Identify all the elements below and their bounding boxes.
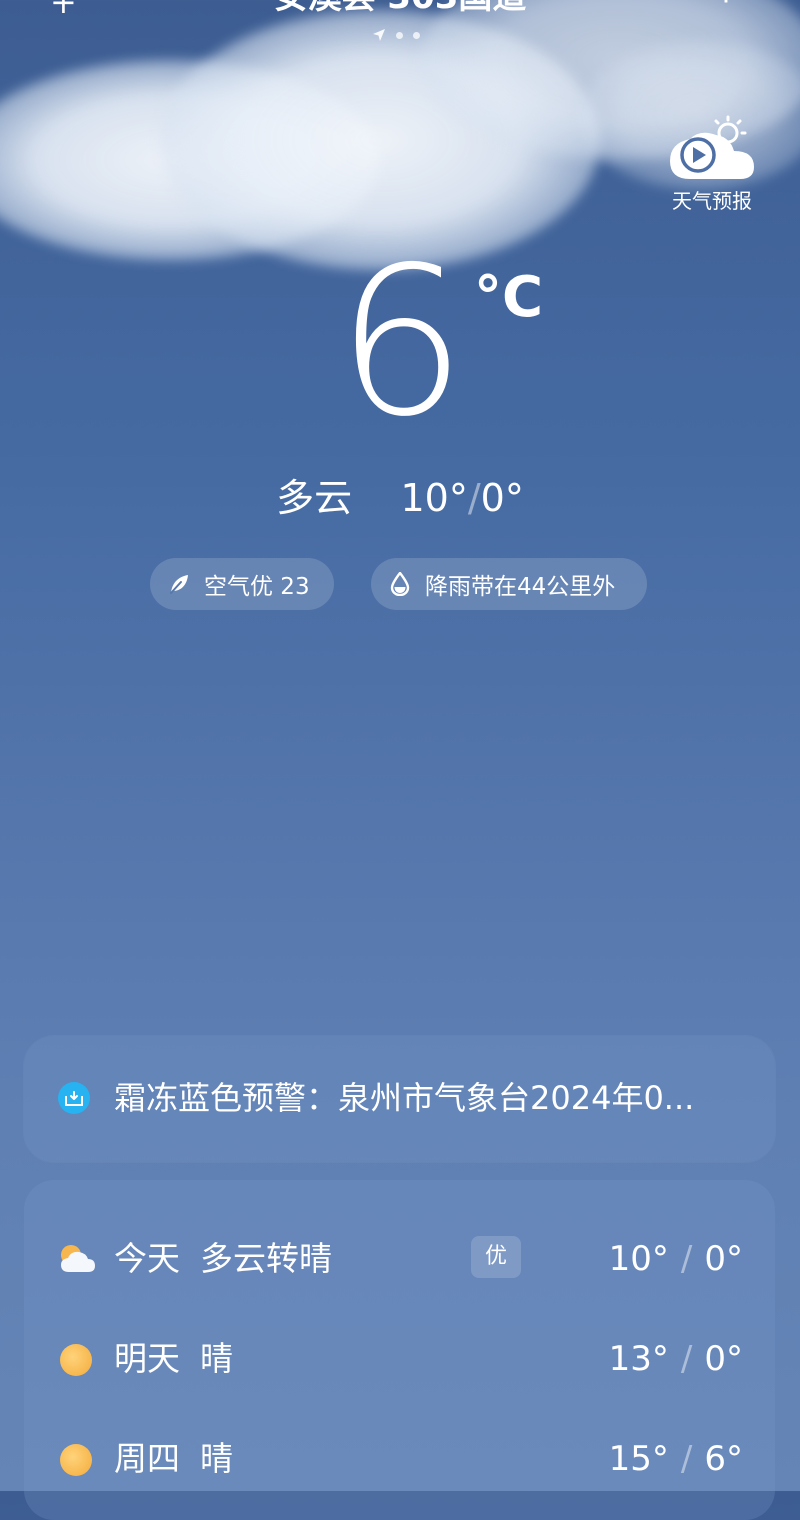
forecast-low: 0° xyxy=(704,1339,743,1379)
forecast-temps: 10° / 0° xyxy=(609,1238,743,1280)
temp-separator: / xyxy=(467,476,481,520)
location-arrow-icon xyxy=(373,29,385,41)
forecast-high: 13° xyxy=(608,1339,669,1379)
forecast-high: 10° xyxy=(608,1239,669,1279)
forecast-low: 6° xyxy=(704,1439,743,1479)
temp-separator: / xyxy=(680,1239,693,1279)
current-condition: 多云 xyxy=(276,476,353,520)
forecast-video-label: 天气预报 xyxy=(672,189,752,213)
sun-icon xyxy=(60,1344,92,1376)
air-quality-chip[interactable]: 空气优 23 xyxy=(150,558,334,610)
forecast-day: 明天 xyxy=(114,1339,180,1378)
warning-icon xyxy=(58,1082,90,1114)
sun-icon xyxy=(60,1444,92,1476)
leaf-icon xyxy=(166,571,192,597)
page-dot xyxy=(413,31,420,39)
daily-forecast-card[interactable]: 今天 多云转晴 优 10° / 0° 明天 晴 13° / 0° 周四 晴 15° / 6° xyxy=(24,1180,775,1520)
forecast-low: 0° xyxy=(704,1239,743,1279)
current-condition-line: 多云 10°/0° xyxy=(0,476,800,520)
city-title: 安溪县 303国道 xyxy=(0,0,800,14)
current-temperature: 6 °C xyxy=(0,238,800,452)
top-bar: + 安溪县 303国道 ⋮ xyxy=(0,0,800,26)
rain-distance-label: 降雨带在44公里外 xyxy=(425,574,616,600)
forecast-row-tomorrow[interactable]: 明天 晴 13° / 0° xyxy=(24,1328,775,1388)
forecast-row-thursday[interactable]: 周四 晴 15° / 6° xyxy=(24,1428,775,1488)
temperature-unit: °C xyxy=(474,265,544,330)
forecast-temps: 15° / 6° xyxy=(609,1438,743,1480)
air-quality-label: 空气优 23 xyxy=(204,574,310,600)
forecast-condition: 晴 xyxy=(200,1439,233,1478)
page-dot xyxy=(396,31,403,39)
forecast-temps: 13° / 0° xyxy=(609,1338,743,1380)
forecast-condition: 晴 xyxy=(200,1339,233,1378)
forecast-video-button[interactable]: 天气预报 xyxy=(660,115,764,215)
temp-separator: / xyxy=(680,1339,693,1379)
play-sun-cloud-icon xyxy=(670,115,754,179)
rain-distance-chip[interactable]: 降雨带在44公里外 xyxy=(371,558,647,610)
page-indicator xyxy=(372,28,420,42)
forecast-day: 今天 xyxy=(114,1239,180,1278)
temp-separator: / xyxy=(680,1439,693,1479)
forecast-day: 周四 xyxy=(114,1439,180,1478)
partly-cloudy-icon xyxy=(61,1245,95,1272)
current-high: 10° xyxy=(400,476,468,520)
forecast-high: 15° xyxy=(608,1439,669,1479)
alert-text: 霜冻蓝色预警：泉州市气象台2024年0... xyxy=(114,1079,695,1117)
more-options-icon[interactable]: ⋮ xyxy=(712,0,740,7)
forecast-condition: 多云转晴 xyxy=(200,1239,332,1278)
forecast-row-today[interactable]: 今天 多云转晴 优 10° / 0° xyxy=(24,1228,775,1288)
weather-alert-card[interactable]: 霜冻蓝色预警：泉州市气象台2024年0... xyxy=(24,1036,775,1162)
air-quality-badge: 优 xyxy=(471,1236,521,1278)
current-low: 0° xyxy=(480,476,524,520)
temperature-value: 6 xyxy=(336,224,467,462)
drop-icon xyxy=(387,571,413,597)
